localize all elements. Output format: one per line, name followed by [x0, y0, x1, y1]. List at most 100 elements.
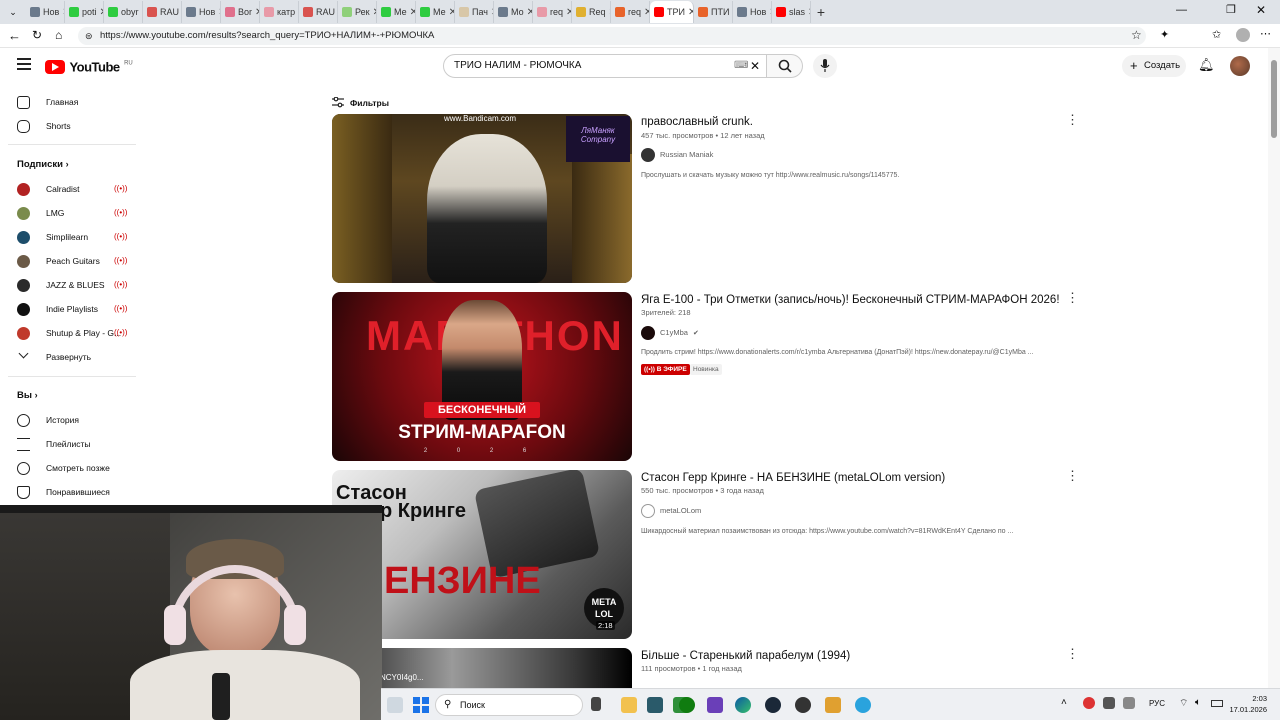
more-actions-icon[interactable]: ⋮: [1066, 647, 1079, 661]
browser-tab[interactable]: ТРИ✕: [650, 1, 694, 23]
file-explorer-icon[interactable]: [621, 697, 637, 713]
telegram-icon[interactable]: [855, 697, 871, 713]
account-avatar[interactable]: [1230, 56, 1250, 76]
sidebar-item-subscription[interactable]: Indie Playlists ((•)): [0, 297, 140, 321]
sidebar-item-subscription[interactable]: Peach Guitars ((•)): [0, 249, 140, 273]
wifi-icon[interactable]: ⌔: [1179, 697, 1188, 710]
tab-list-dropdown-icon[interactable]: ⌄: [0, 7, 26, 18]
browser-tab[interactable]: ПТИ✕: [694, 1, 733, 23]
start-button[interactable]: [413, 697, 429, 713]
video-title[interactable]: православный crunk.: [641, 116, 753, 128]
app-icon[interactable]: [795, 697, 811, 713]
you-heading[interactable]: Вы ›: [17, 390, 38, 401]
reload-button[interactable]: ↻: [32, 28, 42, 42]
app-icon[interactable]: [647, 697, 663, 713]
language-indicator[interactable]: РУС: [1149, 699, 1165, 708]
clear-search-icon[interactable]: ✕: [750, 55, 760, 77]
video-title[interactable]: Більше - Старенький парабелум (1994): [641, 650, 850, 662]
tray-app-icon[interactable]: [1083, 697, 1095, 709]
subscriptions-heading[interactable]: Подписки ›: [17, 159, 69, 170]
sidebar-item-subscription[interactable]: Calradist ((•)): [0, 177, 140, 201]
youtube-header: YouTube RU ТРИО НАЛИМ - РЮМОЧКА ⌨ ✕ + Со…: [0, 48, 1268, 88]
browser-tab[interactable]: slas✕: [772, 1, 811, 23]
site-info-icon[interactable]: ⊜: [85, 27, 93, 45]
battery-icon[interactable]: [1211, 700, 1223, 707]
tray-app-icon[interactable]: [1103, 697, 1115, 709]
browser-tab[interactable]: req✕: [611, 1, 650, 23]
sidebar-item-playlists[interactable]: Плейлисты: [0, 432, 140, 456]
sidebar-item-history[interactable]: История: [0, 408, 140, 432]
back-button[interactable]: ←: [8, 28, 21, 43]
channel-link[interactable]: Russian Maniak: [641, 148, 713, 162]
home-button[interactable]: ⌂: [55, 28, 62, 42]
search-button[interactable]: [767, 54, 803, 78]
sidebar-item-shorts[interactable]: Shorts: [0, 114, 140, 138]
page-scrollbar[interactable]: [1268, 48, 1280, 688]
tray-app-icon[interactable]: [1123, 697, 1135, 709]
sidebar-item-expand[interactable]: Развернуть: [0, 345, 140, 369]
taskbar-clock[interactable]: 2:03 17.01.2026: [1227, 693, 1267, 715]
sidebar-item-like[interactable]: Понравившиеся: [0, 480, 140, 504]
sidebar-item-watch-later[interactable]: Смотреть позже: [0, 456, 140, 480]
browser-tab[interactable]: Нов✕: [182, 1, 221, 23]
edge-icon[interactable]: [735, 697, 751, 713]
voice-search-button[interactable]: [813, 54, 837, 78]
address-bar[interactable]: ⊜ https://www.youtube.com/results?search…: [78, 27, 1146, 45]
restore-button[interactable]: ❐: [1226, 3, 1236, 16]
video-thumbnail[interactable]: MARATHON БЕСКОНЕЧНЫЙ STРИМ-MAPAFON 2 0 2…: [332, 292, 632, 461]
minimize-button[interactable]: —: [1176, 4, 1187, 16]
browser-tab[interactable]: req✕: [533, 1, 572, 23]
extensions-icon[interactable]: ✦: [1160, 28, 1169, 41]
browser-tab[interactable]: Мо✕: [494, 1, 533, 23]
app-icon[interactable]: [707, 697, 723, 713]
favorite-star-icon[interactable]: ☆: [1131, 28, 1142, 42]
browser-tab[interactable]: Рек✕: [338, 1, 377, 23]
xbox-icon[interactable]: [679, 697, 695, 713]
channel-link[interactable]: C1yMba ✔: [641, 326, 699, 340]
more-actions-icon[interactable]: ⋮: [1066, 469, 1079, 483]
sidebar-item-subscription[interactable]: LMG ((•)): [0, 201, 140, 225]
browser-tab[interactable]: катр✕: [260, 1, 299, 23]
create-button[interactable]: + Создать: [1122, 55, 1186, 77]
browser-tab[interactable]: obyr✕: [104, 1, 143, 23]
scrollbar-thumb[interactable]: [1271, 60, 1277, 138]
taskbar-search[interactable]: ⚲ Поиск: [435, 694, 583, 716]
browser-tab[interactable]: RAU✕: [143, 1, 182, 23]
steam-icon[interactable]: [765, 697, 781, 713]
tray-chevron-icon[interactable]: ˄: [1061, 697, 1067, 708]
video-title[interactable]: Стасон Герр Кринге - НА БЕНЗИНЕ (metaLOL…: [641, 472, 945, 484]
profile-avatar[interactable]: [1236, 28, 1250, 42]
browser-tab[interactable]: Пач✕: [455, 1, 494, 23]
browser-tab[interactable]: Нов✕: [733, 1, 772, 23]
favorites-icon[interactable]: ✩: [1212, 28, 1221, 41]
task-view-icon[interactable]: [591, 697, 601, 711]
app-icon[interactable]: [825, 697, 841, 713]
browser-tab[interactable]: poti✕: [65, 1, 104, 23]
browser-tab[interactable]: Нов✕: [26, 1, 65, 23]
browser-menu-icon[interactable]: ⋯: [1260, 27, 1271, 40]
browser-tab[interactable]: Req✕: [572, 1, 611, 23]
more-actions-icon[interactable]: ⋮: [1066, 291, 1079, 305]
channel-link[interactable]: metaLOLom: [641, 504, 701, 518]
more-actions-icon[interactable]: ⋮: [1066, 113, 1079, 127]
browser-tab[interactable]: Bor✕: [221, 1, 260, 23]
search-input[interactable]: ТРИО НАЛИМ - РЮМОЧКА ⌨ ✕: [443, 54, 767, 78]
sidebar-item-subscription[interactable]: Simplilearn ((•)): [0, 225, 140, 249]
browser-tab[interactable]: Ме✕: [416, 1, 455, 23]
window-close-button[interactable]: ✕: [1256, 3, 1266, 17]
youtube-logo[interactable]: YouTube RU: [45, 58, 133, 74]
keyboard-icon[interactable]: ⌨: [734, 55, 748, 77]
sidebar-item-home[interactable]: Главная: [0, 90, 140, 114]
video-title[interactable]: Яга Е-100 - Три Отметки (запись/ночь)! Б…: [641, 294, 1060, 306]
new-tab-button[interactable]: +: [811, 4, 831, 20]
widgets-icon[interactable]: [387, 697, 403, 713]
sidebar-item-subscription[interactable]: JAZZ & BLUES ((•)): [0, 273, 140, 297]
sidebar-item-subscription[interactable]: Shutup & Play - G... ((•)): [0, 321, 140, 345]
filters-button[interactable]: Фильтры: [332, 96, 389, 110]
browser-tab[interactable]: RAU✕: [299, 1, 338, 23]
video-thumbnail[interactable]: www.Bandicam.com ЛяМаняк Company: [332, 114, 632, 283]
volume-icon[interactable]: 🔈︎: [1195, 697, 1201, 708]
browser-tab[interactable]: Ме✕: [377, 1, 416, 23]
menu-icon[interactable]: [17, 58, 31, 70]
notifications-bell-icon[interactable]: 🔔︎: [1198, 57, 1215, 73]
